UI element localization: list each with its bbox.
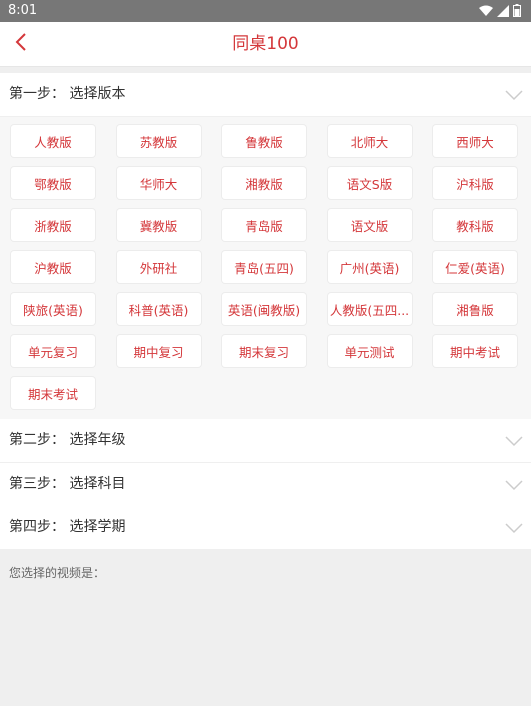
step-3-row[interactable]: 第三步： 选择科目 — [0, 463, 531, 506]
edition-option[interactable]: 湘教版 — [222, 167, 306, 199]
edition-option-label: 沪教版 — [34, 260, 72, 276]
selected-video-label: 您选择的视频是： — [9, 566, 106, 580]
edition-option-label: 科普(英语) — [128, 302, 189, 318]
edition-option[interactable]: 期中考试 — [433, 335, 517, 367]
edition-option-label: 英语(闽教版) — [227, 302, 301, 318]
edition-option-label: 语文版 — [350, 218, 389, 234]
edition-option[interactable]: 青岛(五四) — [222, 251, 306, 283]
edition-option[interactable]: 湘鲁版 — [433, 293, 517, 325]
edition-option[interactable]: 外研社 — [116, 251, 201, 283]
step-4-label: 第四步： 选择学期 — [9, 519, 126, 535]
edition-option-label: 苏教版 — [139, 134, 178, 150]
step-1-row[interactable]: 第一步： 选择版本 — [0, 73, 531, 116]
edition-option[interactable]: 冀教版 — [116, 209, 201, 241]
edition-option[interactable]: 英语(闽教版) — [222, 293, 306, 325]
edition-option-label: 青岛版 — [245, 218, 283, 234]
edition-option-label: 湘教版 — [245, 176, 283, 192]
chevron-down-icon — [505, 432, 523, 450]
edition-option-label: 单元测试 — [344, 344, 395, 360]
edition-option-label: 广州(英语) — [339, 260, 400, 276]
chevron-down-icon — [505, 86, 523, 104]
edition-option[interactable]: 期末考试 — [11, 377, 95, 409]
edition-option[interactable]: 仁爱(英语) — [433, 251, 517, 283]
edition-option-label: 鲁教版 — [245, 134, 283, 150]
edition-option-label: 单元复习 — [27, 344, 78, 360]
edition-option-label: 期中考试 — [449, 344, 500, 360]
edition-option-label: 西师大 — [456, 134, 494, 150]
step-2-row[interactable]: 第二步： 选择年级 — [0, 419, 531, 462]
app-header: 同桌100 — [0, 22, 531, 67]
edition-option-label: 冀教版 — [139, 218, 178, 234]
status-icons — [479, 2, 521, 21]
edition-option-label: 仁爱(英语) — [445, 260, 505, 276]
edition-option[interactable]: 鲁教版 — [222, 125, 306, 157]
battery-icon — [513, 2, 521, 21]
edition-option[interactable]: 华师大 — [116, 167, 201, 199]
edition-option-label: 鄂教版 — [34, 176, 72, 192]
edition-option[interactable]: 北师大 — [327, 125, 412, 157]
edition-option[interactable]: 人教版 — [11, 125, 95, 157]
step-4-row[interactable]: 第四步： 选择学期 — [0, 506, 531, 549]
edition-option-label: 陕旅(英语) — [23, 302, 83, 318]
edition-option[interactable]: 青岛版 — [222, 209, 306, 241]
edition-option-label: 浙教版 — [34, 218, 72, 234]
step-1-label: 第一步： 选择版本 — [9, 86, 126, 102]
edition-option-label: 人教版 — [34, 134, 72, 150]
edition-option-label: 语文S版 — [346, 176, 393, 192]
edition-option-label: 北师大 — [350, 134, 389, 150]
edition-option[interactable]: 期中复习 — [116, 335, 201, 367]
page-title: 同桌100 — [232, 34, 299, 54]
edition-option-label: 期中复习 — [133, 344, 184, 360]
edition-option-label: 外研社 — [139, 260, 178, 276]
edition-option-label: 期末复习 — [238, 344, 289, 360]
edition-option[interactable]: 鄂教版 — [11, 167, 95, 199]
edition-option-label: 期末考试 — [27, 386, 78, 402]
edition-option[interactable]: 单元测试 — [327, 335, 412, 367]
edition-option[interactable]: 语文S版 — [327, 167, 412, 199]
edition-option-label: 人教版(五四... — [329, 302, 410, 318]
step-3-label: 第三步： 选择科目 — [9, 476, 126, 492]
status-time: 8:01 — [8, 3, 38, 18]
edition-option[interactable]: 单元复习 — [11, 335, 95, 367]
chevron-down-icon — [505, 519, 523, 537]
edition-option[interactable]: 科普(英语) — [116, 293, 201, 325]
edition-option[interactable]: 期末复习 — [222, 335, 306, 367]
edition-option[interactable]: 广州(英语) — [327, 251, 412, 283]
edition-option[interactable]: 苏教版 — [116, 125, 201, 157]
edition-option-label: 沪科版 — [456, 176, 494, 192]
edition-option-label: 湘鲁版 — [456, 302, 494, 318]
edition-option-label: 华师大 — [139, 176, 178, 192]
edition-options-panel: 人教版 苏教版 鲁教版 北师大 西师大鄂教版 华师大 湘教版 语文S版 沪科版浙教版 冀教版 青岛版… — [0, 117, 531, 419]
edition-option[interactable]: 沪科版 — [433, 167, 517, 199]
edition-option[interactable]: 人教版(五四... — [327, 293, 412, 325]
wifi-icon — [479, 2, 493, 21]
status-bar: 8:01 — [0, 0, 531, 22]
edition-option[interactable]: 沪教版 — [11, 251, 95, 283]
edition-option-label: 教科版 — [456, 218, 494, 234]
edition-option[interactable]: 教科版 — [433, 209, 517, 241]
chevron-down-icon — [505, 476, 523, 494]
edition-option[interactable]: 西师大 — [433, 125, 517, 157]
edition-option-label: 青岛(五四) — [234, 260, 294, 276]
edition-option[interactable]: 浙教版 — [11, 209, 95, 241]
edition-option[interactable]: 陕旅(英语) — [11, 293, 95, 325]
step-2-label: 第二步： 选择年级 — [9, 432, 126, 448]
edition-option[interactable]: 语文版 — [327, 209, 412, 241]
cellular-signal-icon — [497, 2, 509, 21]
